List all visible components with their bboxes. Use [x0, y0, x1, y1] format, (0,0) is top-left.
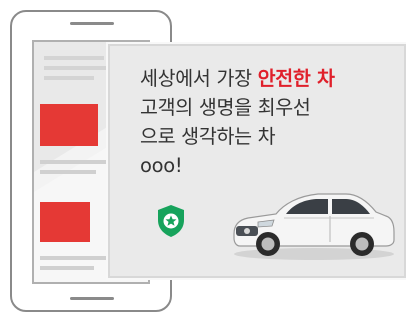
shield-check-icon — [158, 205, 184, 237]
placeholder-line — [40, 256, 114, 260]
promo-illustration: 세상에서 가장 안전한 차 고객의 생명을 최우선 으로 생각하는 차 ooo! — [0, 0, 406, 316]
sedan-car-icon — [233, 193, 395, 260]
headline-line-2: 고객의 생명을 최우선 — [140, 96, 311, 119]
headline-line-1: 세상에서 가장 안전한 차 — [140, 64, 402, 93]
placeholder-line — [40, 170, 96, 174]
placeholder-block-red — [40, 202, 90, 242]
phone-speaker — [70, 22, 114, 25]
headline-accent-text: 안전한 차 — [257, 67, 335, 90]
placeholder-line — [40, 160, 110, 164]
placeholder-line — [40, 266, 94, 270]
phone-home-bar — [70, 297, 114, 300]
headline-line-3: 으로 생각하는 차 — [140, 125, 276, 148]
headline-line-4: ooo! — [140, 154, 183, 177]
promo-card: 세상에서 가장 안전한 차 고객의 생명을 최우선 으로 생각하는 차 ooo! — [108, 44, 406, 278]
placeholder-block-red — [40, 104, 98, 146]
promo-headline: 세상에서 가장 안전한 차 고객의 생명을 최우선 으로 생각하는 차 ooo! — [140, 64, 402, 180]
placeholder-line — [44, 76, 94, 80]
headline-line-1-text: 세상에서 가장 — [140, 67, 258, 90]
placeholder-line — [44, 56, 104, 60]
